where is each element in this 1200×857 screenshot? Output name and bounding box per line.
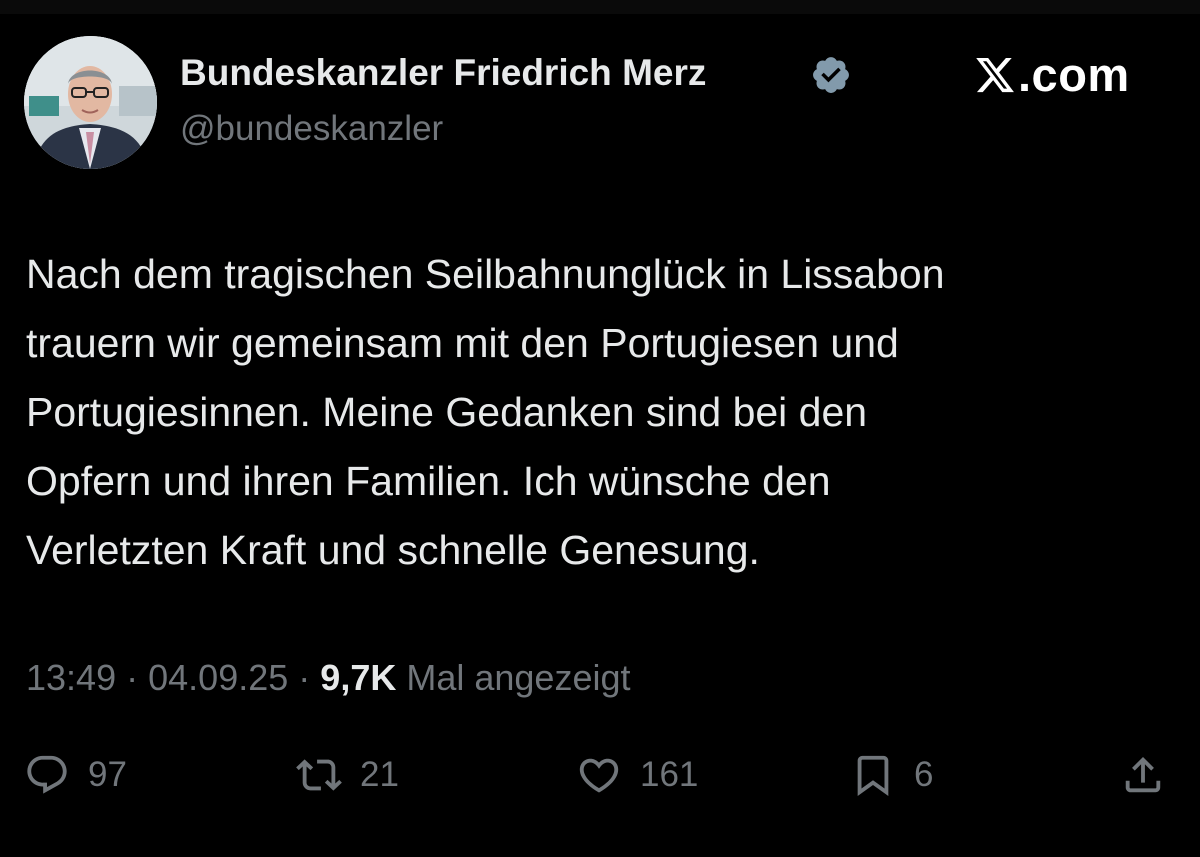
x-logo-icon xyxy=(976,57,1014,93)
tweet-meta: 13:49 · 04.09.25 · 9,7K Mal angezeigt xyxy=(26,653,631,703)
top-status-strip xyxy=(0,0,1200,14)
views-label: Mal angezeigt xyxy=(406,657,631,698)
tweet-line: trauern wir gemeinsam mit den Portugiese… xyxy=(26,320,899,366)
share-button[interactable] xyxy=(1120,745,1166,805)
reply-button[interactable]: 97 xyxy=(24,745,127,805)
bookmark-icon xyxy=(857,755,889,796)
author-avatar[interactable] xyxy=(24,36,157,169)
meta-separator: · xyxy=(298,657,311,698)
avatar-photo xyxy=(24,36,157,169)
reply-icon xyxy=(27,755,67,794)
author-name[interactable]: Bundeskanzler Friedrich Merz xyxy=(180,50,706,96)
repost-count: 21 xyxy=(360,755,399,794)
tweet-line: Verletzten Kraft und schnelle Genesung. xyxy=(26,527,760,573)
like-button[interactable]: 161 xyxy=(576,745,698,805)
tweet-date[interactable]: 04.09.25 xyxy=(148,657,288,698)
tweet-line: Nach dem tragischen Seilbahnunglück in L… xyxy=(26,251,945,297)
brand-suffix: .com xyxy=(1018,48,1130,101)
like-count: 161 xyxy=(640,755,699,794)
author-handle[interactable]: @bundeskanzler xyxy=(180,107,443,151)
reply-count: 97 xyxy=(88,755,127,794)
tweet-line: Opfern und ihren Familien. Ich wünsche d… xyxy=(26,458,831,504)
bookmark-count: 6 xyxy=(914,755,934,794)
tweet-line: Portugiesinnen. Meine Gedanken sind bei … xyxy=(26,389,868,435)
views-count: 9,7K xyxy=(320,657,397,698)
x-brand-watermark: .com xyxy=(974,44,1130,106)
repost-button[interactable]: 21 xyxy=(296,745,399,805)
tweet-time[interactable]: 13:49 xyxy=(26,657,116,698)
tweet-text: Nach dem tragischen Seilbahnunglück in L… xyxy=(26,240,1176,585)
meta-separator: · xyxy=(126,657,139,698)
bookmark-button[interactable]: 6 xyxy=(850,745,933,805)
tweet-actions: 97 21 161 6 xyxy=(0,745,1200,805)
heart-icon xyxy=(579,758,619,793)
share-icon xyxy=(1125,756,1161,793)
repost-icon xyxy=(296,759,342,791)
verified-badge-icon xyxy=(813,57,849,93)
